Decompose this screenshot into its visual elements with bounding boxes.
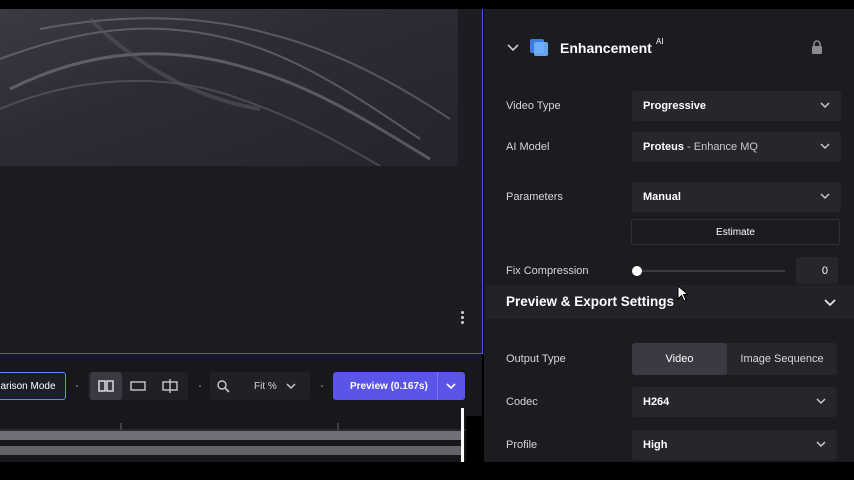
playhead[interactable]	[461, 408, 464, 464]
chevron-down-icon[interactable]	[445, 380, 457, 392]
ai-model-dropdown[interactable]: Proteus - Enhance MQ	[632, 132, 841, 162]
collapse-chevron-icon[interactable]	[506, 42, 520, 54]
fix-compression-slider-handle[interactable]	[632, 266, 642, 276]
fix-compression-input[interactable]: 0	[796, 257, 838, 284]
toolbar-separator	[199, 385, 201, 387]
enhancement-title: Enhancement	[560, 40, 652, 56]
view-mode-group	[88, 372, 188, 400]
comparison-mode-button[interactable]: arison Mode	[0, 372, 66, 400]
toolbar-separator	[321, 385, 323, 387]
chevron-down-icon	[820, 193, 830, 200]
chevron-down-icon[interactable]	[823, 297, 837, 309]
preview-button-label: Preview (0.167s)	[350, 380, 428, 392]
codec-dropdown[interactable]: H264	[632, 387, 837, 417]
more-options-icon[interactable]	[454, 304, 470, 330]
parameters-dropdown[interactable]: Manual	[632, 182, 841, 212]
mouse-cursor-icon	[677, 285, 690, 302]
fix-compression-slider-track[interactable]	[637, 270, 785, 272]
ai-badge: AI	[656, 37, 664, 46]
letterbox-top	[0, 0, 854, 9]
preview-button[interactable]: Preview (0.167s)	[333, 372, 465, 400]
video-type-value: Progressive	[643, 100, 706, 112]
estimate-button[interactable]: Estimate	[631, 219, 840, 245]
wipe-view-icon	[162, 379, 178, 393]
preview-artwork	[0, 17, 451, 166]
ai-model-value: Proteus	[643, 141, 684, 153]
ai-model-variant: - Enhance MQ	[683, 141, 758, 153]
video-type-dropdown[interactable]: Progressive	[632, 91, 841, 121]
profile-value: High	[643, 439, 668, 451]
lock-icon[interactable]	[811, 40, 823, 55]
export-settings-title: Preview & Export Settings	[506, 294, 675, 309]
parameters-label: Parameters	[506, 191, 563, 203]
codec-label: Codec	[506, 396, 538, 408]
zoom-control[interactable]: Fit %	[210, 372, 310, 400]
output-type-video[interactable]: Video	[632, 343, 727, 375]
ai-model-label: AI Model	[506, 141, 550, 153]
output-type-toggle: Video Image Sequence	[632, 343, 837, 375]
preview-pane[interactable]	[0, 9, 483, 354]
enhancement-icon	[530, 39, 548, 56]
chevron-down-icon	[820, 143, 830, 150]
single-view-icon	[130, 381, 146, 391]
preview-frame-image	[0, 9, 458, 166]
chevron-down-icon	[820, 102, 830, 109]
split-divider	[437, 372, 438, 400]
split-view-button[interactable]	[90, 372, 122, 400]
output-type-image-sequence[interactable]: Image Sequence	[727, 343, 837, 375]
chevron-down-icon	[286, 383, 296, 390]
profile-label: Profile	[506, 439, 538, 451]
chevron-down-icon	[816, 398, 826, 405]
single-view-button[interactable]	[122, 372, 154, 400]
timeline-track[interactable]	[0, 431, 462, 440]
parameters-value: Manual	[643, 191, 681, 203]
zoom-icon	[217, 380, 230, 393]
video-type-label: Video Type	[506, 100, 561, 112]
zoom-label: Fit %	[254, 380, 277, 392]
toolbar-separator	[76, 385, 78, 387]
wipe-view-button[interactable]	[154, 372, 186, 400]
codec-value: H264	[643, 396, 670, 408]
timeline[interactable]	[0, 416, 466, 462]
timeline-ruler	[0, 423, 466, 431]
letterbox-bottom	[0, 462, 854, 480]
profile-dropdown[interactable]: High	[632, 430, 837, 460]
split-view-icon	[98, 380, 114, 392]
chevron-down-icon	[816, 441, 826, 448]
fix-compression-label: Fix Compression	[506, 265, 589, 277]
timeline-track[interactable]	[0, 446, 462, 455]
output-type-label: Output Type	[506, 353, 566, 365]
